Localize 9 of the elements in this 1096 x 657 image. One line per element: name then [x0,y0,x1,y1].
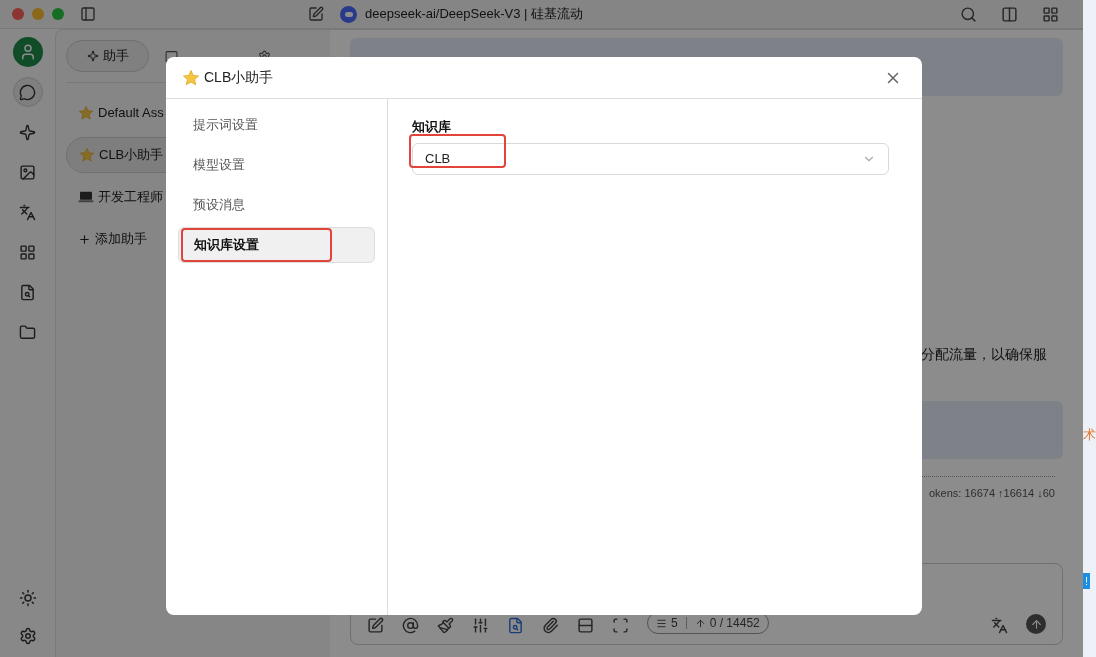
token-usage-text: okens: 16674 ↑16614 ↓60 [929,486,1055,501]
dialog-title: CLB小助手 [204,68,274,87]
window-title: deepseek-ai/DeepSeek-V3 | 硅基流动 [365,5,583,24]
side-text: 术 [1083,426,1096,444]
field-label: 知识库 [412,118,452,136]
side-badge: ! [1083,572,1091,589]
message-text: 分配流量，以确保服 [921,345,1047,364]
token-count: 0 / 14452 [709,615,760,632]
context-count: 5 [671,615,678,632]
